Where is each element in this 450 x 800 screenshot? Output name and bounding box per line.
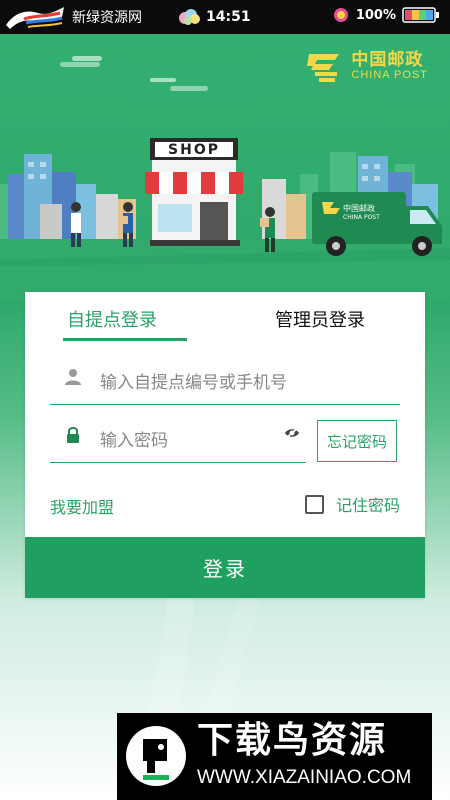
- watermark-url: WWW.XIAZAINIAO.COM: [197, 767, 412, 788]
- shop-sign: SHOP: [168, 141, 220, 158]
- forgot-password-button[interactable]: 忘记密码: [317, 420, 397, 462]
- brand-name-cn: 中国邮政: [351, 49, 424, 70]
- remember-password-label: 记住密码: [335, 496, 400, 515]
- eye-icon[interactable]: [284, 427, 300, 439]
- clock: 14:51: [206, 9, 251, 25]
- sun-indicator-icon: [333, 8, 348, 22]
- tab-admin-login[interactable]: 管理员登录: [275, 306, 365, 336]
- china-post-logo-icon: [307, 54, 340, 82]
- horse-logo-icon: [6, 7, 64, 29]
- status-bar: 新绿资源网 14:51 100%: [0, 0, 450, 34]
- lock-icon: [67, 427, 79, 443]
- brand-name-en: CHINA POST: [351, 68, 428, 81]
- login-card: 自提点登录 管理员登录 输入自提点编号或手机号 输入密码 忘记密码 我要加盟 记…: [25, 292, 425, 598]
- hero-banner: SHOP 中国邮政 CHINA POST 中国邮政 CHINA POST: [0, 34, 450, 300]
- user-icon: [65, 369, 81, 385]
- truck-label-cn: 中国邮政: [343, 204, 375, 213]
- watermark-banner: 下载鸟资源 WWW.XIAZAINIAO.COM: [117, 713, 432, 800]
- remember-password-checkbox[interactable]: [304, 494, 324, 514]
- battery-icon: [402, 7, 439, 23]
- china-post-brand: 中国邮政 CHINA POST: [305, 48, 428, 84]
- login-button[interactable]: 登录: [25, 537, 425, 598]
- weather-icon: [179, 9, 200, 25]
- truck-label-en: CHINA POST: [343, 214, 380, 221]
- time-group: 14:51: [176, 5, 251, 29]
- battery-group: 100%: [332, 6, 440, 24]
- tab-pickup-point-login[interactable]: 自提点登录: [67, 306, 189, 336]
- site-name: 新绿资源网: [72, 10, 142, 26]
- remember-password[interactable]: 记住密码: [304, 492, 400, 516]
- password-input-placeholder: 输入密码: [100, 431, 168, 451]
- password-field[interactable]: 输入密码: [50, 412, 306, 463]
- truck-label: 中国邮政 CHINA POST: [343, 204, 380, 222]
- bird-logo-icon: [126, 726, 186, 786]
- account-field[interactable]: 输入自提点编号或手机号: [50, 354, 400, 405]
- active-tab-indicator: [63, 338, 187, 341]
- account-input-placeholder: 输入自提点编号或手机号: [100, 373, 287, 393]
- battery-percent: 100%: [355, 7, 396, 23]
- join-link[interactable]: 我要加盟: [50, 494, 114, 518]
- watermark-title: 下载鸟资源: [197, 720, 388, 761]
